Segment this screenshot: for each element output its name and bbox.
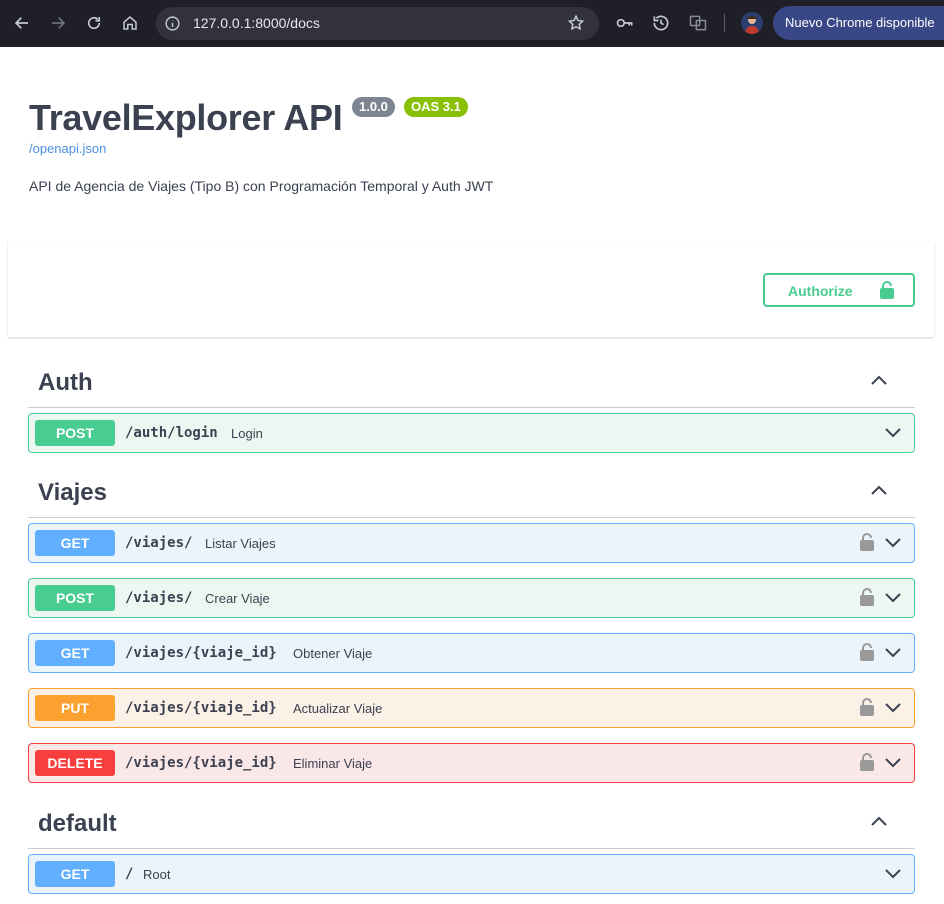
swagger-page: TravelExplorer API 1.0.0 OAS 3.1 /openap…	[0, 47, 944, 904]
operation-get-row[interactable]: GET/viajes/{viaje_id} Obtener Viaje	[28, 633, 915, 673]
operation-path: /	[125, 866, 134, 882]
operation-delete-row[interactable]: DELETE/viajes/{viaje_id} Eliminar Viaje	[28, 743, 915, 783]
operation-path: /viajes/{viaje_id}	[125, 700, 277, 716]
operation-summary: Eliminar Viaje	[293, 756, 373, 771]
version-badge: 1.0.0	[352, 97, 395, 117]
operation-path: /viajes/	[125, 535, 193, 551]
chevron-down-icon[interactable]	[883, 587, 903, 607]
chevron-up-icon[interactable]	[869, 812, 889, 832]
lock-icon[interactable]	[859, 532, 875, 552]
method-badge: POST	[35, 585, 115, 611]
chevron-down-icon[interactable]	[883, 422, 903, 442]
reload-icon[interactable]	[81, 10, 107, 36]
operation-summary: Root	[143, 867, 171, 882]
method-badge: GET	[35, 530, 115, 556]
operation-post-row[interactable]: POST/auth/login Login	[28, 413, 915, 453]
scheme-container: Authorize	[8, 241, 934, 337]
site-info-icon[interactable]	[164, 15, 181, 32]
operation-summary: Listar Viajes	[205, 536, 276, 551]
chevron-down-icon[interactable]	[883, 863, 903, 883]
chevron-up-icon[interactable]	[869, 481, 889, 501]
method-badge: GET	[35, 640, 115, 666]
authorize-button[interactable]: Authorize	[763, 273, 915, 307]
browser-toolbar: 127.0.0.1:8000/docs Nuevo Chrome disponi…	[0, 0, 944, 47]
chevron-down-icon[interactable]	[883, 752, 903, 772]
toolbar-separator	[724, 14, 725, 32]
method-badge: DELETE	[35, 750, 115, 776]
section-title-viajes[interactable]: Viajes	[38, 479, 107, 507]
section-divider	[28, 517, 915, 518]
home-icon[interactable]	[117, 10, 143, 36]
lock-icon[interactable]	[859, 752, 875, 772]
profile-avatar[interactable]	[741, 12, 763, 34]
chevron-down-icon[interactable]	[883, 697, 903, 717]
chevron-down-icon[interactable]	[883, 642, 903, 662]
oas-badge: OAS 3.1	[404, 97, 468, 117]
forward-arrow-icon[interactable]	[45, 10, 71, 36]
api-description: API de Agencia de Viajes (Tipo B) con Pr…	[29, 178, 494, 194]
url-text[interactable]: 127.0.0.1:8000/docs	[193, 15, 320, 31]
translate-icon[interactable]	[688, 13, 708, 33]
operation-path: /viajes/{viaje_id}	[125, 755, 277, 771]
unlocked-icon	[880, 281, 894, 299]
operation-path: /viajes/{viaje_id}	[125, 645, 277, 661]
openapi-json-link[interactable]: /openapi.json	[29, 141, 106, 156]
api-title: TravelExplorer API	[29, 97, 343, 138]
chrome-update-button[interactable]: Nuevo Chrome disponible	[773, 6, 944, 40]
chevron-up-icon[interactable]	[869, 371, 889, 391]
method-badge: POST	[35, 420, 115, 446]
password-key-icon[interactable]	[615, 13, 635, 33]
operation-post-row[interactable]: POST/viajes/Crear Viaje	[28, 578, 915, 618]
operation-summary: Login	[231, 426, 263, 441]
operation-path: /auth/login	[125, 425, 218, 441]
lock-icon[interactable]	[859, 697, 875, 717]
history-icon[interactable]	[651, 13, 671, 33]
back-arrow-icon[interactable]	[9, 10, 35, 36]
chevron-down-icon[interactable]	[883, 532, 903, 552]
lock-icon[interactable]	[859, 587, 875, 607]
method-badge: GET	[35, 861, 115, 887]
operation-path: /viajes/	[125, 590, 193, 606]
operation-summary: Actualizar Viaje	[293, 701, 383, 716]
operation-get-row[interactable]: GET/viajes/Listar Viajes	[28, 523, 915, 563]
section-divider	[28, 407, 915, 408]
method-badge: PUT	[35, 695, 115, 721]
section-title-default[interactable]: default	[38, 810, 117, 838]
operation-put-row[interactable]: PUT/viajes/{viaje_id} Actualizar Viaje	[28, 688, 915, 728]
authorize-label: Authorize	[788, 283, 853, 299]
operation-summary: Crear Viaje	[205, 591, 270, 606]
section-title-auth[interactable]: Auth	[38, 369, 93, 397]
lock-icon[interactable]	[859, 642, 875, 662]
operation-get-row[interactable]: GET / Root	[28, 854, 915, 894]
bookmark-star-icon[interactable]	[567, 14, 585, 32]
section-divider	[28, 848, 915, 849]
address-bar[interactable]: 127.0.0.1:8000/docs	[156, 7, 599, 40]
operation-summary: Obtener Viaje	[293, 646, 373, 661]
